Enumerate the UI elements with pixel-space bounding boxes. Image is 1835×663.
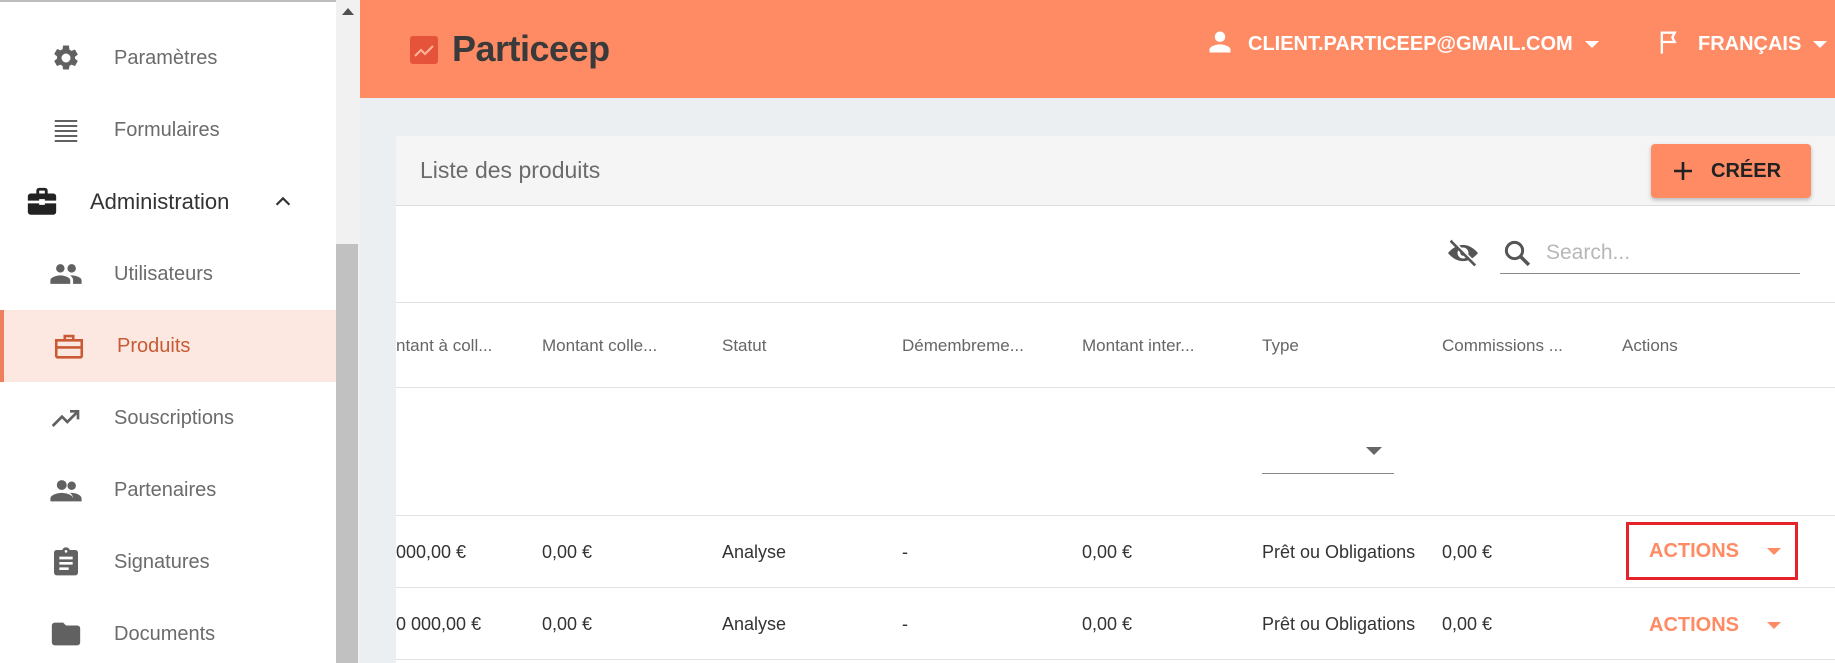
divider	[396, 302, 1835, 303]
sidebar-item-partenaires[interactable]: Partenaires	[0, 454, 336, 526]
page-title: Liste des produits	[420, 157, 601, 183]
sidebar-item-label: Formulaires	[114, 118, 220, 141]
chevron-down-icon	[1813, 40, 1828, 48]
column-header[interactable]: Statut	[722, 336, 852, 356]
divider	[396, 387, 1835, 388]
table-cell: 0,00 €	[1442, 614, 1493, 634]
sidebar-section-administration[interactable]: Administration	[0, 166, 336, 238]
actions-button[interactable]: ACTIONS	[1629, 596, 1801, 654]
sidebar-item-label: Paramètres	[114, 46, 218, 69]
gear-icon	[48, 40, 84, 76]
create-button[interactable]: CRÉER	[1651, 144, 1811, 198]
table-cell: Prêt ou Obligations	[1262, 614, 1416, 634]
list-icon	[48, 112, 84, 148]
sidebar-scrollbar[interactable]	[336, 0, 360, 663]
sidebar-item-formulaires[interactable]: Formulaires	[0, 94, 336, 166]
language-menu[interactable]: FRANÇAIS	[1656, 26, 1828, 62]
table-cell: 0,00 €	[542, 614, 593, 634]
sidebar-item-label: Utilisateurs	[114, 262, 213, 285]
table-cell: 000,00 €	[396, 542, 467, 562]
divider	[396, 587, 1835, 588]
sidebar-item-souscriptions[interactable]: Souscriptions	[0, 382, 336, 454]
user-email: CLIENT.PARTICEEP@GMAIL.COM	[1248, 32, 1573, 55]
products-card: Liste des produits CRÉER	[396, 136, 1835, 663]
table-cell: Prêt ou Obligations	[1262, 542, 1416, 562]
folder-icon	[48, 616, 84, 652]
chevron-down-icon	[1584, 40, 1599, 48]
column-header[interactable]: ntant à coll...	[396, 336, 496, 356]
chevron-up-icon[interactable]	[272, 191, 294, 213]
create-button-label: CRÉER	[1711, 159, 1782, 182]
sidebar: Paramètres Formulaires Administration Ut…	[0, 0, 336, 663]
scroll-up-arrow-icon[interactable]	[342, 8, 354, 15]
user-icon	[1206, 28, 1234, 61]
trending-up-icon	[48, 400, 84, 436]
search-icon	[1502, 238, 1532, 268]
clipboard-icon	[48, 544, 84, 580]
card-header: Liste des produits CRÉER	[396, 136, 1835, 206]
divider	[396, 659, 1835, 660]
column-header[interactable]: Montant inter...	[1082, 336, 1212, 356]
chevron-down-icon	[1767, 547, 1781, 555]
sidebar-item-documents[interactable]: Documents	[0, 598, 336, 663]
actions-label: ACTIONS	[1649, 613, 1739, 636]
table-cell: Analyse	[722, 614, 787, 634]
column-header[interactable]: Type	[1262, 336, 1392, 356]
sidebar-item-label: Signatures	[114, 550, 210, 573]
sidebar-item-utilisateurs[interactable]: Utilisateurs	[0, 238, 336, 310]
plus-icon	[1671, 159, 1695, 183]
sidebar-item-signatures[interactable]: Signatures	[0, 526, 336, 598]
column-header[interactable]: Montant colle...	[542, 336, 672, 356]
briefcase-icon	[24, 184, 60, 220]
search-input[interactable]	[1500, 232, 1800, 274]
table-cell: Analyse	[722, 542, 787, 562]
actions-label: ACTIONS	[1649, 539, 1739, 562]
logo-icon	[410, 36, 438, 64]
people-icon	[48, 256, 84, 292]
sidebar-item-label: Produits	[117, 334, 191, 357]
table-cell: 0,00 €	[542, 542, 593, 562]
sidebar-section-label: Administration	[90, 189, 230, 214]
user-menu[interactable]: CLIENT.PARTICEEP@GMAIL.COM	[1206, 26, 1599, 62]
partners-icon	[48, 472, 84, 508]
type-filter-select[interactable]	[1262, 432, 1394, 474]
column-header[interactable]: Commissions ...	[1442, 336, 1572, 356]
column-header: Actions	[1622, 336, 1678, 355]
sidebar-item-label: Partenaires	[114, 478, 217, 501]
sidebar-item-label: Souscriptions	[114, 406, 235, 429]
visibility-off-icon[interactable]	[1446, 238, 1480, 268]
divider	[396, 515, 1835, 516]
table-cell: 0 000,00 €	[396, 614, 482, 634]
table-cell: 0,00 €	[1082, 542, 1133, 562]
chevron-down-icon	[1366, 447, 1382, 455]
sidebar-item-produits[interactable]: Produits	[0, 310, 336, 382]
column-header[interactable]: Démembreme...	[902, 336, 1032, 356]
table-cell: 0,00 €	[1082, 614, 1133, 634]
briefcase-outline-icon	[51, 328, 87, 364]
table-cell: -	[902, 542, 908, 562]
actions-button[interactable]: ACTIONS	[1626, 522, 1798, 580]
sidebar-item-label: Documents	[114, 622, 216, 645]
table-cell: -	[902, 614, 908, 634]
brand-logo[interactable]: Particeep	[452, 28, 610, 70]
sidebar-item-parametres[interactable]: Paramètres	[0, 22, 336, 94]
flag-icon	[1656, 28, 1684, 61]
scrollbar-thumb[interactable]	[336, 244, 358, 663]
chevron-down-icon	[1767, 621, 1781, 629]
language-label: FRANÇAIS	[1698, 32, 1802, 55]
table-cell: 0,00 €	[1442, 542, 1493, 562]
top-header: Particeep CLIENT.PARTICEEP@GMAIL.COM FRA…	[360, 0, 1835, 98]
